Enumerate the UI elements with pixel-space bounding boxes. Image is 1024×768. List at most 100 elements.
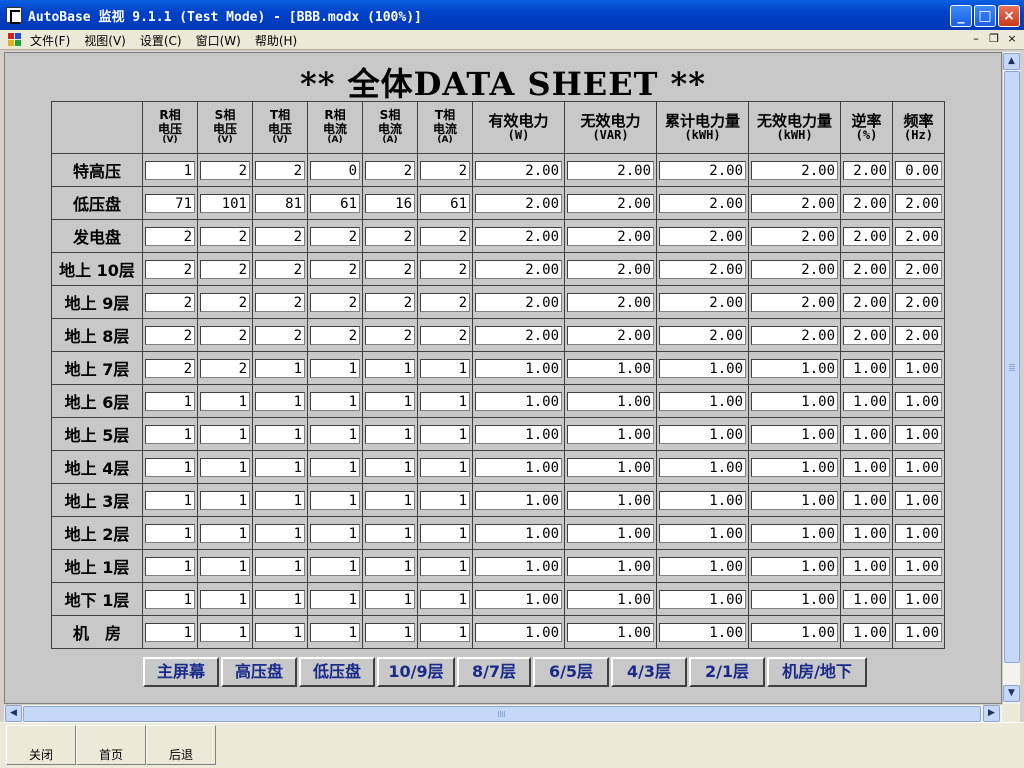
vertical-scrollbar[interactable]: ▲ ▼ [1002,52,1020,704]
horizontal-scroll-thumb[interactable] [23,706,981,722]
value-field: 1 [200,490,250,510]
table-cell: 2 [362,285,418,319]
value-field: 1 [420,358,470,378]
table-cell: 1.00 [656,417,749,451]
table-cell: 2 [252,252,308,286]
app-icon[interactable] [6,7,22,24]
table-cell: 1 [417,450,473,484]
menu-item-4[interactable]: 帮助(H) [255,32,297,49]
menu-item-0[interactable]: 文件(F) [30,32,70,49]
table-cell: 1.00 [656,450,749,484]
home-button[interactable]: 首页 [76,725,146,765]
row-label: 地下 1层 [51,582,143,616]
table-row: 地上 8层 2 2 2 2 2 2 2.00 2.00 2.00 2.00 2.00 2.00 [51,318,945,352]
table-cell: 1.00 [840,582,893,616]
value-field: 2.00 [475,325,562,345]
value-field: 1.00 [895,457,942,477]
value-field: 2.00 [895,325,942,345]
menu-item-1[interactable]: 视图(V) [84,32,126,49]
nav-button-4[interactable]: 8/7层 [457,657,531,687]
value-field: 1.00 [659,556,746,576]
value-field: 1 [365,589,415,609]
value-field: 1 [310,589,360,609]
table-cell: 1 [142,153,198,187]
nav-button-1[interactable]: 高压盘 [221,657,297,687]
table-cell: 1.00 [564,483,657,517]
value-field: 1.00 [567,589,654,609]
table-cell: 2.00 [656,252,749,286]
nav-button-8[interactable]: 机房/地下 [767,657,867,687]
menu-item-3[interactable]: 窗口(W) [196,32,241,49]
maximize-button[interactable]: □ [974,5,996,27]
value-field: 61 [420,193,470,213]
column-header-line1: T相 [434,108,456,123]
table-cell: 2 [197,318,253,352]
row-label: 地上 7层 [51,351,143,385]
value-field: 1 [310,424,360,444]
value-field: 2 [145,292,195,312]
table-cell: 1.00 [656,351,749,385]
value-field: 2.00 [475,160,562,180]
table-cell: 1 [252,450,308,484]
horizontal-scrollbar[interactable]: ◀ ▶ [4,704,1002,722]
value-field: 1 [365,391,415,411]
table-cell: 1.00 [748,582,841,616]
minimize-button[interactable]: _ [950,5,972,27]
value-field: 1 [200,424,250,444]
value-field: 2.00 [751,325,838,345]
menu-item-2[interactable]: 设置(C) [140,32,182,49]
scroll-right-button[interactable]: ▶ [983,705,1000,722]
value-field: 2.00 [567,193,654,213]
table-cell: 2 [362,318,418,352]
row-label: 地上 1层 [51,549,143,583]
value-field: 2.00 [843,292,890,312]
scroll-up-button[interactable]: ▲ [1003,53,1020,70]
table-cell: 1.00 [656,516,749,550]
mdi-close-button[interactable]: × [1004,32,1020,46]
table-cell: 2 [417,252,473,286]
nav-button-0[interactable]: 主屏幕 [143,657,219,687]
value-field: 2.00 [659,325,746,345]
column-header-line1: S相 [214,108,236,123]
value-field: 2 [145,226,195,246]
table-cell: 1.00 [840,417,893,451]
back-button[interactable]: 后退 [146,725,216,765]
table-cell: 1 [417,549,473,583]
nav-button-2[interactable]: 低压盘 [299,657,375,687]
value-field: 1 [365,424,415,444]
value-field: 1.00 [895,589,942,609]
value-field: 101 [200,193,250,213]
table-cell: 2 [252,285,308,319]
table-cell: 2 [142,285,198,319]
table-cell: 1 [417,384,473,418]
value-field: 1 [145,523,195,543]
scroll-left-button[interactable]: ◀ [5,705,22,722]
table-cell: 1.00 [748,450,841,484]
value-field: 1.00 [751,523,838,543]
document-icon[interactable] [8,33,22,47]
scroll-down-button[interactable]: ▼ [1003,685,1020,702]
value-field: 1.00 [843,391,890,411]
value-field: 1 [255,589,305,609]
mdi-restore-button[interactable]: ❐ [986,32,1002,46]
table-cell: 2.00 [892,186,945,220]
nav-button-5[interactable]: 6/5层 [533,657,609,687]
table-cell: 0 [307,153,363,187]
nav-button-7[interactable]: 2/1层 [689,657,765,687]
table-cell: 2.00 [656,153,749,187]
value-field: 2 [310,259,360,279]
column-header-line1: 逆率 [851,111,882,130]
nav-button-3[interactable]: 10/9层 [377,657,455,687]
table-cell: 1.00 [564,450,657,484]
value-field: 1 [200,622,250,642]
mdi-minimize-button[interactable]: – [968,32,984,46]
nav-button-6[interactable]: 4/3层 [611,657,687,687]
table-row: 机 房 1 1 1 1 1 1 1.00 1.00 1.00 1.00 1.00 1.00 [51,615,945,649]
table-cell: 1 [362,549,418,583]
close-window-button[interactable]: × [998,5,1020,27]
value-field: 2.00 [843,160,890,180]
vertical-scroll-thumb[interactable] [1004,71,1020,663]
close-button[interactable]: 关闭 [6,725,76,765]
value-field: 2.00 [751,226,838,246]
table-cell: 2 [417,153,473,187]
